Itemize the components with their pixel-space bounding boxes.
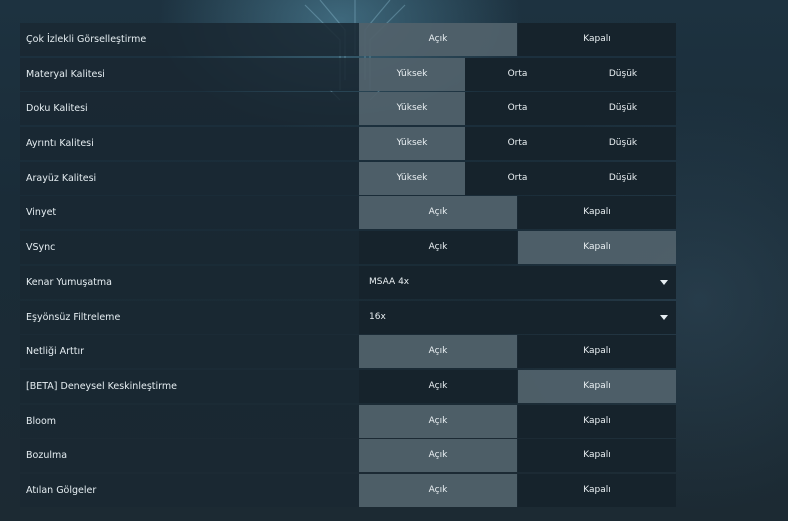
option-group: Açık Kapalı xyxy=(359,404,676,438)
option-button-yuksek[interactable]: Yüksek xyxy=(359,127,465,161)
option-group: Açık Kapalı xyxy=(359,473,676,507)
option-button-acik[interactable]: Açık xyxy=(359,404,517,438)
option-button-acik[interactable]: Açık xyxy=(359,473,517,507)
setting-label: Kenar Yumuşatma xyxy=(26,276,112,288)
option-group: Açık Kapalı xyxy=(359,439,676,473)
caret-down-icon xyxy=(660,314,668,320)
dropdown-value: 16x xyxy=(369,311,386,322)
setting-label: Atılan Gölgeler xyxy=(26,484,97,496)
option-button-orta[interactable]: Orta xyxy=(465,92,570,126)
setting-row-kenar-yumusatma: Kenar Yumuşatma MSAA 4x xyxy=(20,265,676,299)
setting-row-esyonsuz-filtreleme: Eşyönsüz Filtreleme 16x xyxy=(20,300,676,334)
option-button-dusuk[interactable]: Düşük xyxy=(570,161,676,195)
option-button-yuksek[interactable]: Yüksek xyxy=(359,161,465,195)
setting-row-doku-kalitesi: Doku Kalitesi Yüksek Orta Düşük xyxy=(20,92,676,126)
setting-row-beta-deneysel-keskinlestirme: [BETA] Deneysel Keskinleştirme Açık Kapalı xyxy=(20,369,676,403)
setting-row-bozulma: Bozulma Açık Kapalı xyxy=(20,439,676,473)
option-button-kapali[interactable]: Kapalı xyxy=(518,473,676,507)
option-button-dusuk[interactable]: Düşük xyxy=(570,92,676,126)
setting-dropdown[interactable]: 16x xyxy=(359,300,676,334)
setting-label: Bozulma xyxy=(26,450,68,462)
option-group: Açık Kapalı xyxy=(359,335,676,369)
setting-label: Vinyet xyxy=(26,207,57,219)
setting-label: Ayrıntı Kalitesi xyxy=(26,138,94,150)
option-button-yuksek[interactable]: Yüksek xyxy=(359,57,465,91)
option-button-kapali[interactable]: Kapalı xyxy=(518,335,676,369)
option-button-dusuk[interactable]: Düşük xyxy=(570,127,676,161)
option-group: Açık Kapalı xyxy=(359,231,676,265)
option-group: Yüksek Orta Düşük xyxy=(359,92,676,126)
caret-down-icon xyxy=(660,279,668,285)
option-button-kapali[interactable]: Kapalı xyxy=(518,196,676,230)
setting-label: [BETA] Deneysel Keskinleştirme xyxy=(26,380,177,392)
option-button-orta[interactable]: Orta xyxy=(465,57,570,91)
option-group: Açık Kapalı xyxy=(359,369,676,403)
option-button-kapali[interactable]: Kapalı xyxy=(518,23,676,56)
setting-row-ayrinti-kalitesi: Ayrıntı Kalitesi Yüksek Orta Düşük xyxy=(20,127,676,161)
setting-row-netligi-arttir: Netliği Arttır Açık Kapalı xyxy=(20,335,676,369)
setting-label: VSync xyxy=(26,242,56,254)
setting-label: Bloom xyxy=(26,415,57,427)
setting-row-atilan-golgeler: Atılan Gölgeler Açık Kapalı xyxy=(20,473,676,507)
option-group: Yüksek Orta Düşük xyxy=(359,161,676,195)
setting-label: Çok İzlekli Görselleştirme xyxy=(26,34,147,45)
option-button-acik[interactable]: Açık xyxy=(359,369,517,403)
setting-row-materyal-kalitesi: Materyal Kalitesi Yüksek Orta Düşük xyxy=(20,57,676,91)
option-button-acik[interactable]: Açık xyxy=(359,335,517,369)
option-button-orta[interactable]: Orta xyxy=(465,161,570,195)
option-group: Yüksek Orta Düşük xyxy=(359,127,676,161)
option-button-kapali[interactable]: Kapalı xyxy=(518,231,676,265)
option-group: Yüksek Orta Düşük xyxy=(359,57,676,91)
option-button-acik[interactable]: Açık xyxy=(359,196,517,230)
option-button-acik[interactable]: Açık xyxy=(359,231,517,265)
option-group: Açık Kapalı xyxy=(359,196,676,230)
setting-label: Materyal Kalitesi xyxy=(26,68,105,80)
setting-row-cok-izlekli-gorsellestirme: Çok İzlekli Görselleştirme Açık Kapalı xyxy=(20,23,676,56)
option-button-yuksek[interactable]: Yüksek xyxy=(359,92,465,126)
option-button-kapali[interactable]: Kapalı xyxy=(518,404,676,438)
setting-label: Doku Kalitesi xyxy=(26,103,88,115)
setting-label: Arayüz Kalitesi xyxy=(26,172,97,184)
option-button-dusuk[interactable]: Düşük xyxy=(570,57,676,91)
setting-label: Netliği Arttır xyxy=(26,346,85,358)
setting-label: Eşyönsüz Filtreleme xyxy=(26,311,121,323)
setting-row-vinyet: Vinyet Açık Kapalı xyxy=(20,196,676,230)
graphics-settings-list: Çok İzlekli Görselleştirme Açık Kapalı Mate… xyxy=(20,23,676,509)
option-button-acik[interactable]: Açık xyxy=(359,439,517,473)
setting-dropdown[interactable]: MSAA 4x xyxy=(359,265,676,299)
option-button-orta[interactable]: Orta xyxy=(465,127,570,161)
option-button-kapali[interactable]: Kapalı xyxy=(518,369,676,403)
setting-row-arayuz-kalitesi: Arayüz Kalitesi Yüksek Orta Düşük xyxy=(20,161,676,195)
dropdown-value: MSAA 4x xyxy=(369,276,410,287)
option-group: Açık Kapalı xyxy=(359,23,676,56)
option-button-acik[interactable]: Açık xyxy=(359,23,517,56)
option-button-kapali[interactable]: Kapalı xyxy=(518,439,676,473)
setting-row-vsync: VSync Açık Kapalı xyxy=(20,231,676,265)
setting-row-bloom: Bloom Açık Kapalı xyxy=(20,404,676,438)
